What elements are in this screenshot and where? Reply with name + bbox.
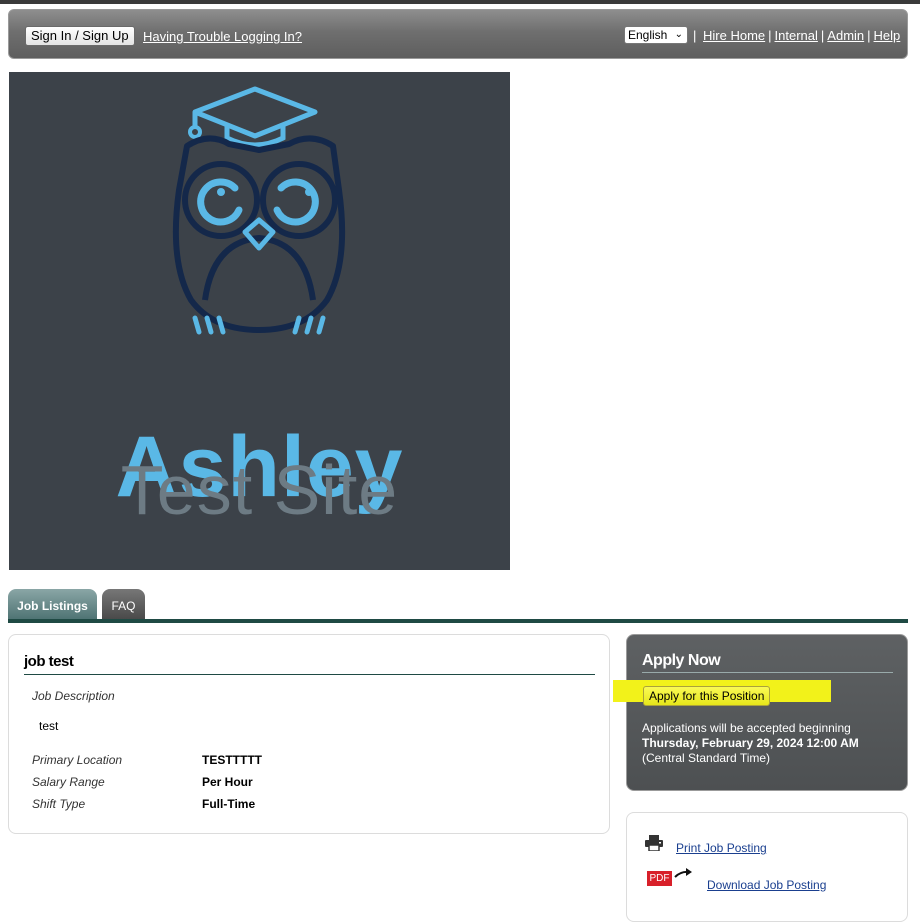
link-separator: | bbox=[768, 28, 772, 43]
hire-home-link[interactable]: Hire Home bbox=[703, 28, 765, 43]
link-separator: | bbox=[867, 28, 871, 43]
apply-for-position-button[interactable]: Apply for this Position bbox=[643, 686, 771, 706]
salary-range-label: Salary Range bbox=[32, 775, 105, 789]
admin-link[interactable]: Admin bbox=[827, 28, 864, 43]
trouble-logging-in-link[interactable]: Having Trouble Logging In? bbox=[143, 29, 302, 44]
chevron-down-icon: ⌄ bbox=[674, 29, 683, 40]
divider bbox=[24, 674, 595, 675]
printer-icon bbox=[645, 835, 663, 851]
tab-job-listings[interactable]: Job Listings bbox=[8, 589, 97, 619]
primary-location-value: TESTTTTT bbox=[202, 753, 262, 767]
primary-location-label: Primary Location bbox=[32, 753, 123, 767]
job-description-label: Job Description bbox=[32, 689, 115, 703]
download-job-posting-link[interactable]: Download Job Posting bbox=[707, 878, 826, 892]
posting-actions-panel: Print Job Posting PDF Download Job Posti… bbox=[626, 812, 908, 922]
internal-link[interactable]: Internal bbox=[775, 28, 818, 43]
language-select[interactable]: English ⌄ bbox=[624, 26, 688, 44]
tab-divider bbox=[8, 619, 908, 623]
apply-now-title: Apply Now bbox=[642, 652, 721, 669]
site-logo: Ashley Test Site bbox=[9, 72, 510, 570]
note-timezone: (Central Standard Time) bbox=[642, 751, 771, 765]
job-details-panel: job test Job Description test Primary Lo… bbox=[8, 634, 610, 834]
sign-in-button[interactable]: Sign In / Sign Up bbox=[25, 26, 135, 46]
pdf-icon: PDF bbox=[647, 871, 672, 886]
shift-type-value: Full-Time bbox=[202, 797, 256, 811]
shift-type-label: Shift Type bbox=[32, 797, 86, 811]
link-separator: | bbox=[820, 28, 825, 43]
link-separator: | bbox=[693, 28, 697, 43]
help-link[interactable]: Help bbox=[874, 28, 901, 43]
divider bbox=[642, 672, 893, 673]
header-bar: Sign In / Sign Up Having Trouble Logging… bbox=[8, 9, 908, 59]
top-links: | Hire Home | Internal | Admin | Help bbox=[690, 28, 900, 43]
job-description-text: test bbox=[39, 719, 59, 733]
language-value: English bbox=[628, 28, 668, 42]
arrow-icon bbox=[674, 868, 692, 878]
logo-subtitle: Test Site bbox=[120, 451, 399, 529]
note-line: Applications will be accepted beginning bbox=[642, 721, 851, 735]
apply-now-panel: Apply Now Apply for this Position Applic… bbox=[613, 634, 908, 791]
salary-range-value: Per Hour bbox=[202, 775, 253, 789]
job-title: job test bbox=[24, 653, 74, 670]
note-date: Thursday, February 29, 2024 12:00 AM bbox=[642, 736, 859, 750]
print-job-posting-link[interactable]: Print Job Posting bbox=[676, 841, 767, 855]
top-border bbox=[0, 0, 920, 4]
application-window-note: Applications will be accepted beginning … bbox=[642, 721, 859, 766]
tab-faq[interactable]: FAQ bbox=[102, 589, 145, 619]
